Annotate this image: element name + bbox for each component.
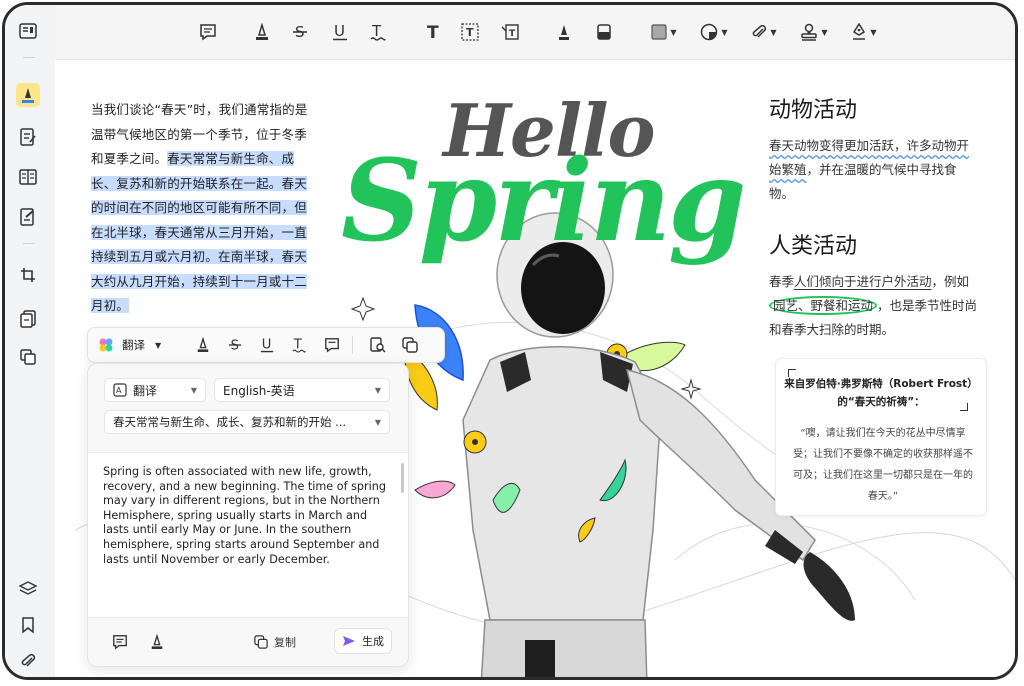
underline-icon[interactable]: U [329,21,351,43]
squiggly-underline-icon[interactable]: T [292,336,306,354]
callout-icon[interactable]: T [499,21,521,43]
animal-activity-text: 春天动物变得更加活跃，许多动物开始繁殖，并在温暖的气候中寻找食物。 [769,134,979,206]
text-icon[interactable]: T [423,21,445,43]
compare-icon[interactable] [16,345,40,369]
copy-button[interactable]: 复制 [254,634,296,650]
translation-panel: A 翻译 ▼ English-英语 ▼ 春天常常与新生命、成长、复苏和新的开始 … [87,363,409,667]
svg-text:S: S [231,338,239,353]
chevron-down-icon: ▼ [190,385,197,395]
strikethrough-icon[interactable]: S [228,336,242,354]
reader-icon[interactable] [16,19,40,43]
send-icon [343,636,355,646]
stamp-dropdown[interactable]: ▼ [799,21,829,43]
left-sidebar [5,5,56,677]
quote-card: 来自罗伯特·弗罗斯特（Robert Frost） 的“春天的祈祷”： “噢，请让… [775,358,987,516]
svg-text:T: T [509,29,516,39]
highlight-icon[interactable] [251,21,273,43]
page-layout-icon[interactable] [16,165,40,189]
ai-translate-dropdown[interactable]: 翻译 ▼ [98,336,161,354]
toolbar-divider [352,336,353,354]
svg-text:T: T [466,26,474,39]
sticker-dropdown[interactable]: ▼ [699,21,729,43]
bookmark-icon[interactable] [16,613,40,637]
human-text-mid: ，例如 [931,274,970,289]
app-window: S U T T T T ▼ ▼ ▼ ▼ ▼ 当我们谈论“春天”时，我们通常指的是… [2,2,1018,680]
squiggly-underline-icon[interactable]: T [367,21,389,43]
underline-icon[interactable]: U [260,336,274,354]
insert-highlight-button[interactable] [150,634,164,650]
comment-tool-icon[interactable] [16,83,40,107]
human-activity-text: 春季人们倾向于进行户外活动，例如园艺、野餐和运动 ，也是季节性时尚和春季大扫除的时… [769,270,979,342]
strikethrough-icon[interactable]: S [289,21,311,43]
activities-column: 动物活动 春天动物变得更加活跃，许多动物开始繁殖，并在温暖的气候中寻找食物。 人… [769,92,979,364]
organize-pages-icon[interactable] [16,307,40,331]
language-select[interactable]: English-英语 ▼ [214,378,390,402]
translation-text: Spring is often associated with new life… [103,465,386,566]
mode-value: 翻译 [133,383,158,398]
spring-heading: Spring [341,136,746,267]
scrollbar[interactable] [401,463,404,493]
note-icon[interactable] [324,336,340,354]
shape-dropdown[interactable]: ▼ [649,21,679,43]
eraser-icon[interactable] [593,21,615,43]
note-icon[interactable] [197,21,219,43]
chevron-down-icon: ▼ [374,385,381,395]
crop-icon[interactable] [16,263,40,287]
attachment-icon[interactable] [16,649,40,673]
search-document-icon[interactable] [370,336,386,354]
selected-highlight-text[interactable]: 春天常常与新生命、成长、复苏和新的开始联系在一起。春天的时间在不同的地区可能有所… [91,151,307,313]
copy-icon [254,635,268,649]
highlight-icon[interactable] [196,336,210,354]
signature-dropdown[interactable]: ▼ [849,21,879,43]
svg-text:T: T [427,23,439,41]
svg-text:A: A [116,386,122,395]
insert-note-button[interactable] [112,634,128,650]
svg-text:U: U [334,23,345,40]
ai-assistant-icon [99,338,113,352]
copy-icon[interactable] [402,336,418,354]
translate-icon: A [113,383,127,397]
underlined-text: 人们倾向于进行户外活动 [794,274,932,289]
generate-button[interactable]: 生成 [334,628,392,654]
source-text-value: 春天常常与新生命、成长、复苏和新的开始 ... [113,415,347,429]
pencil-icon[interactable] [553,21,575,43]
note-icon [113,635,127,650]
edit-pdf-icon[interactable] [16,125,40,149]
language-value: English-英语 [223,383,295,398]
quote-title-line1: 来自罗伯特·弗罗斯特（Robert Frost） [784,378,978,390]
quote-title: 来自罗伯特·弗罗斯特（Robert Frost） 的“春天的祈祷”： [776,375,986,411]
translate-label: 翻译 [122,338,145,352]
generate-label: 生成 [362,635,384,648]
form-icon[interactable] [16,205,40,229]
quote-title-line2: 的“春天的祈祷”： [837,396,925,408]
translation-output[interactable]: Spring is often associated with new life… [88,452,408,618]
text-box-icon[interactable]: T [459,21,481,43]
chevron-down-icon: ▼ [155,340,162,350]
human-activity-title: 人类活动 [769,234,858,259]
highlight-icon [151,634,163,649]
animal-activity-title: 动物活动 [769,98,858,123]
attach-file-dropdown[interactable]: ▼ [749,21,779,43]
copy-label: 复制 [274,636,296,649]
human-text-start: 春季 [769,274,795,289]
svg-text:U: U [262,338,272,353]
intro-paragraph: 当我们谈论“春天”时，我们通常指的是温带气候地区的第一个季节，位于冬季和夏季之间… [91,98,311,319]
quote-body: “噢，请让我们在今天的花丛中尽情享受；让我们不要像不确定的收获那样遥不可及；让我… [793,428,973,502]
mode-select[interactable]: A 翻译 ▼ [104,378,206,402]
layers-icon[interactable] [16,577,40,601]
chevron-down-icon: ▼ [374,417,381,427]
circled-text: 园艺、野餐和运动 [769,296,878,315]
annotation-toolbar: S U T T T T ▼ ▼ ▼ ▼ ▼ [55,5,1015,60]
selection-toolbar: 翻译 ▼ S U T [87,327,445,363]
source-text-select[interactable]: 春天常常与新生命、成长、复苏和新的开始 ... ▼ [104,410,390,434]
